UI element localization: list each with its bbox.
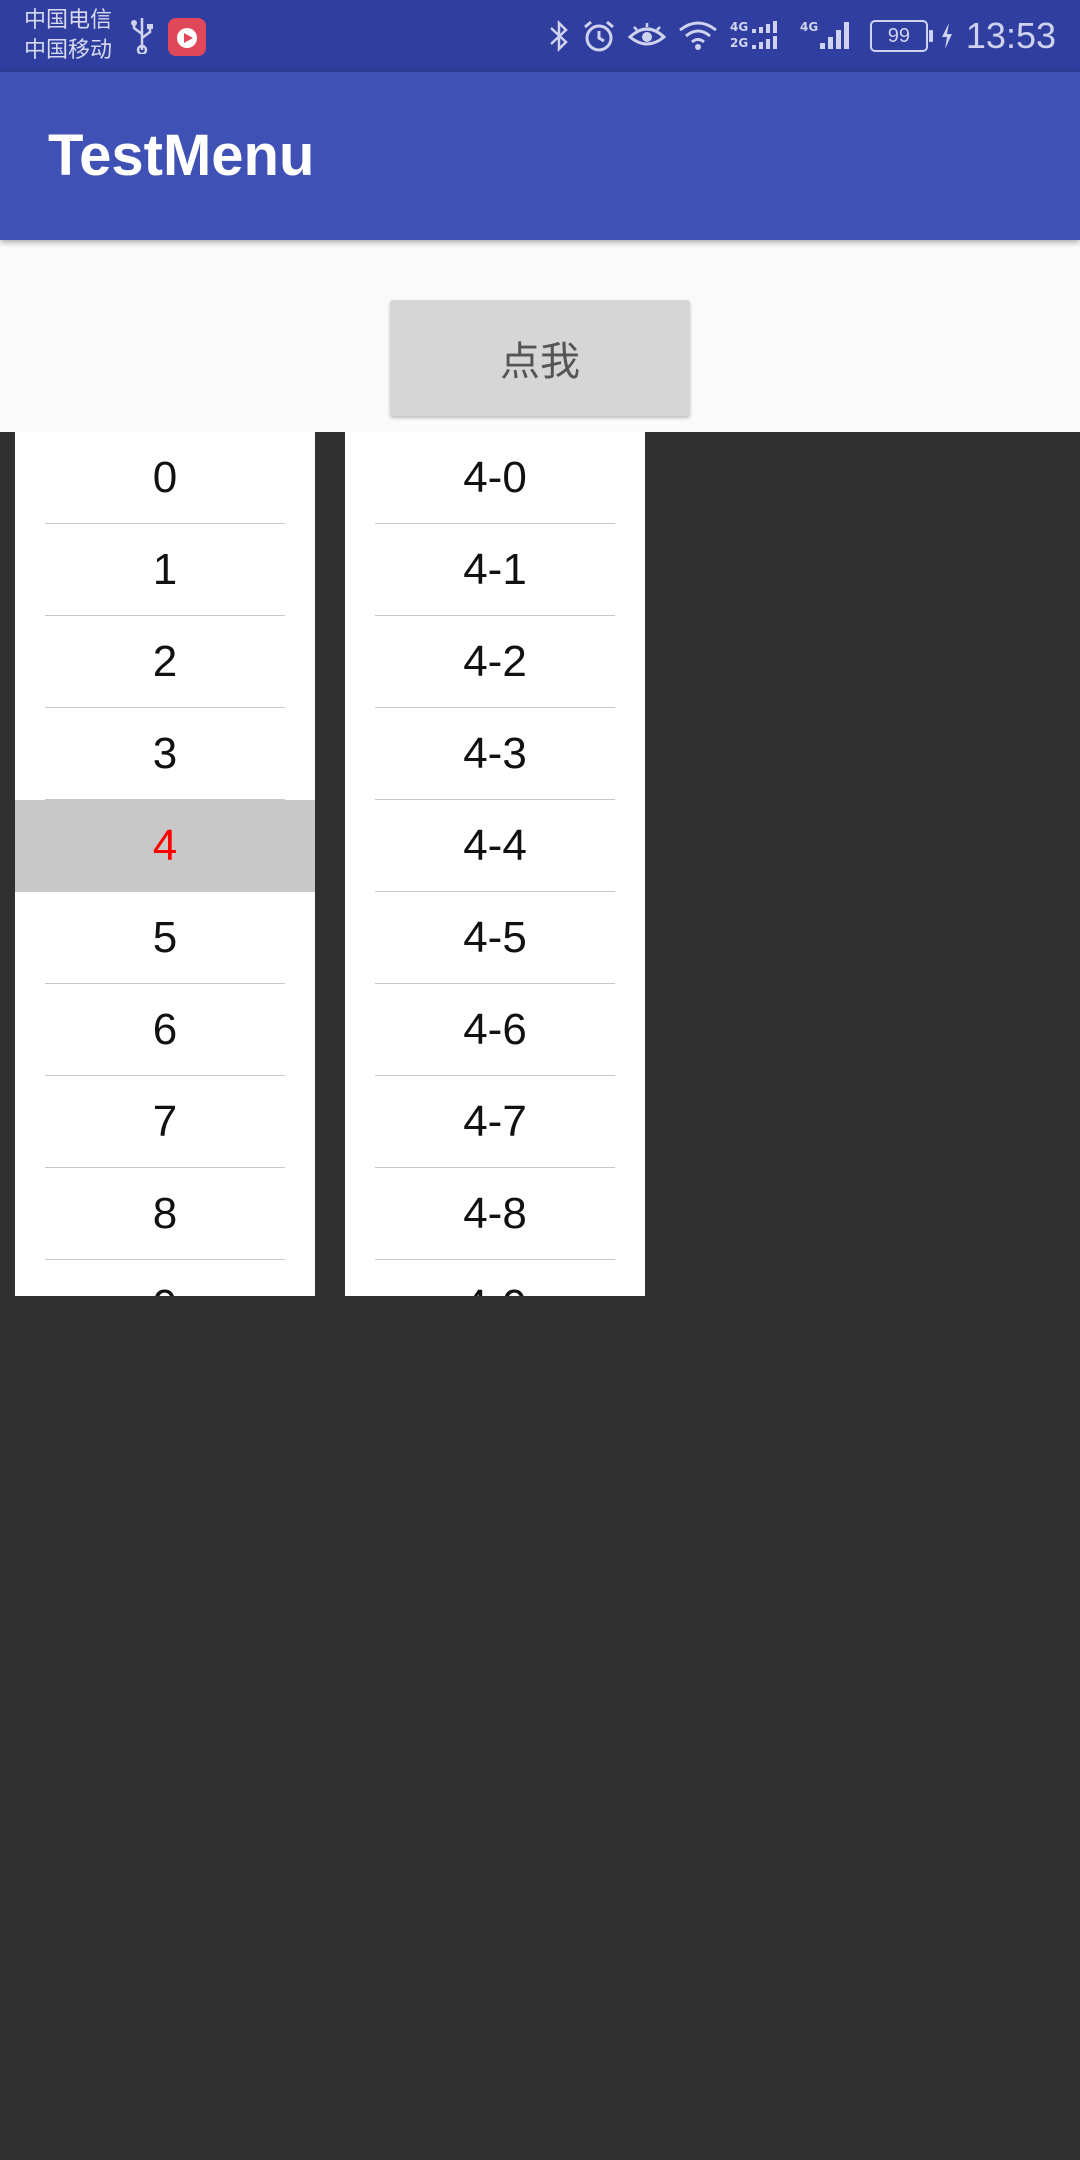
menu-item-4-selected[interactable]: 4 [15,800,315,892]
carrier-1: 中国电信 [24,8,113,33]
menu-item-2[interactable]: 2 [15,616,315,708]
menu-item-5[interactable]: 5 [15,892,315,984]
status-clock: 13:53 [965,15,1056,56]
app-notification-icon [168,18,206,56]
charging-icon [941,23,952,49]
submenu-item-4-1[interactable]: 4-1 [345,524,645,616]
carrier-2: 中国移动 [24,38,113,63]
primary-menu-list[interactable]: 0 1 2 3 4 5 6 7 8 9 [15,432,315,1296]
app-bar: TestMenu [0,72,1080,240]
wifi-icon [678,21,717,50]
menu-item-7[interactable]: 7 [15,1076,315,1168]
menu-item-6[interactable]: 6 [15,984,315,1076]
bluetooth-icon [550,19,568,53]
submenu-item-4-4[interactable]: 4-4 [345,800,645,892]
secondary-menu-list[interactable]: 4-0 4-1 4-2 4-3 4-4 4-5 4-6 4-7 4-8 4-9 [345,432,645,1296]
battery-icon: 99 [869,20,933,52]
menu-item-3[interactable]: 3 [15,708,315,800]
status-bar: 中国电信 中国移动 4G 2G 4G 99 13:53 [0,0,1080,72]
submenu-item-4-5[interactable]: 4-5 [345,892,645,984]
svg-text:2G: 2G [730,36,748,50]
usb-icon [131,18,153,54]
submenu-item-4-0[interactable]: 4-0 [345,432,645,524]
signal-4g-2g-icon: 4G 2G [730,20,777,50]
content-area: 点我 [0,240,1080,432]
click-me-button[interactable]: 点我 [390,300,690,416]
svg-text:4G: 4G [730,20,748,34]
eye-comfort-icon [627,23,666,46]
menu-item-0[interactable]: 0 [15,432,315,524]
submenu-item-4-6[interactable]: 4-6 [345,984,645,1076]
svg-text:4G: 4G [800,20,818,34]
signal-4g-icon: 4G [800,20,849,49]
app-title: TestMenu [48,123,315,188]
submenu-item-4-3[interactable]: 4-3 [345,708,645,800]
alarm-icon [583,20,614,52]
menu-item-1[interactable]: 1 [15,524,315,616]
submenu-item-4-2[interactable]: 4-2 [345,616,645,708]
submenu-item-4-8[interactable]: 4-8 [345,1168,645,1260]
menu-item-9[interactable]: 9 [15,1260,315,1296]
submenu-item-4-7[interactable]: 4-7 [345,1076,645,1168]
carrier-info: 中国电信 中国移动 [24,6,112,66]
submenu-item-4-9[interactable]: 4-9 [345,1260,645,1296]
menu-item-8[interactable]: 8 [15,1168,315,1260]
